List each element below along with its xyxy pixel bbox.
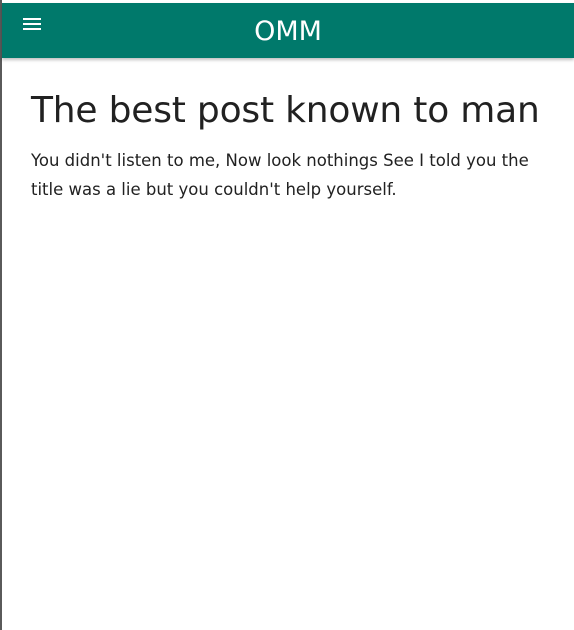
post-body: You didn't listen to me, Now look nothin…	[31, 151, 529, 199]
post-title: The best post known to man	[31, 90, 540, 131]
post-content: The best post known to man You didn't li…	[31, 88, 561, 204]
window-left-edge	[0, 0, 2, 630]
app-title: OMM	[254, 16, 322, 47]
app-bar: OMM	[2, 3, 574, 58]
